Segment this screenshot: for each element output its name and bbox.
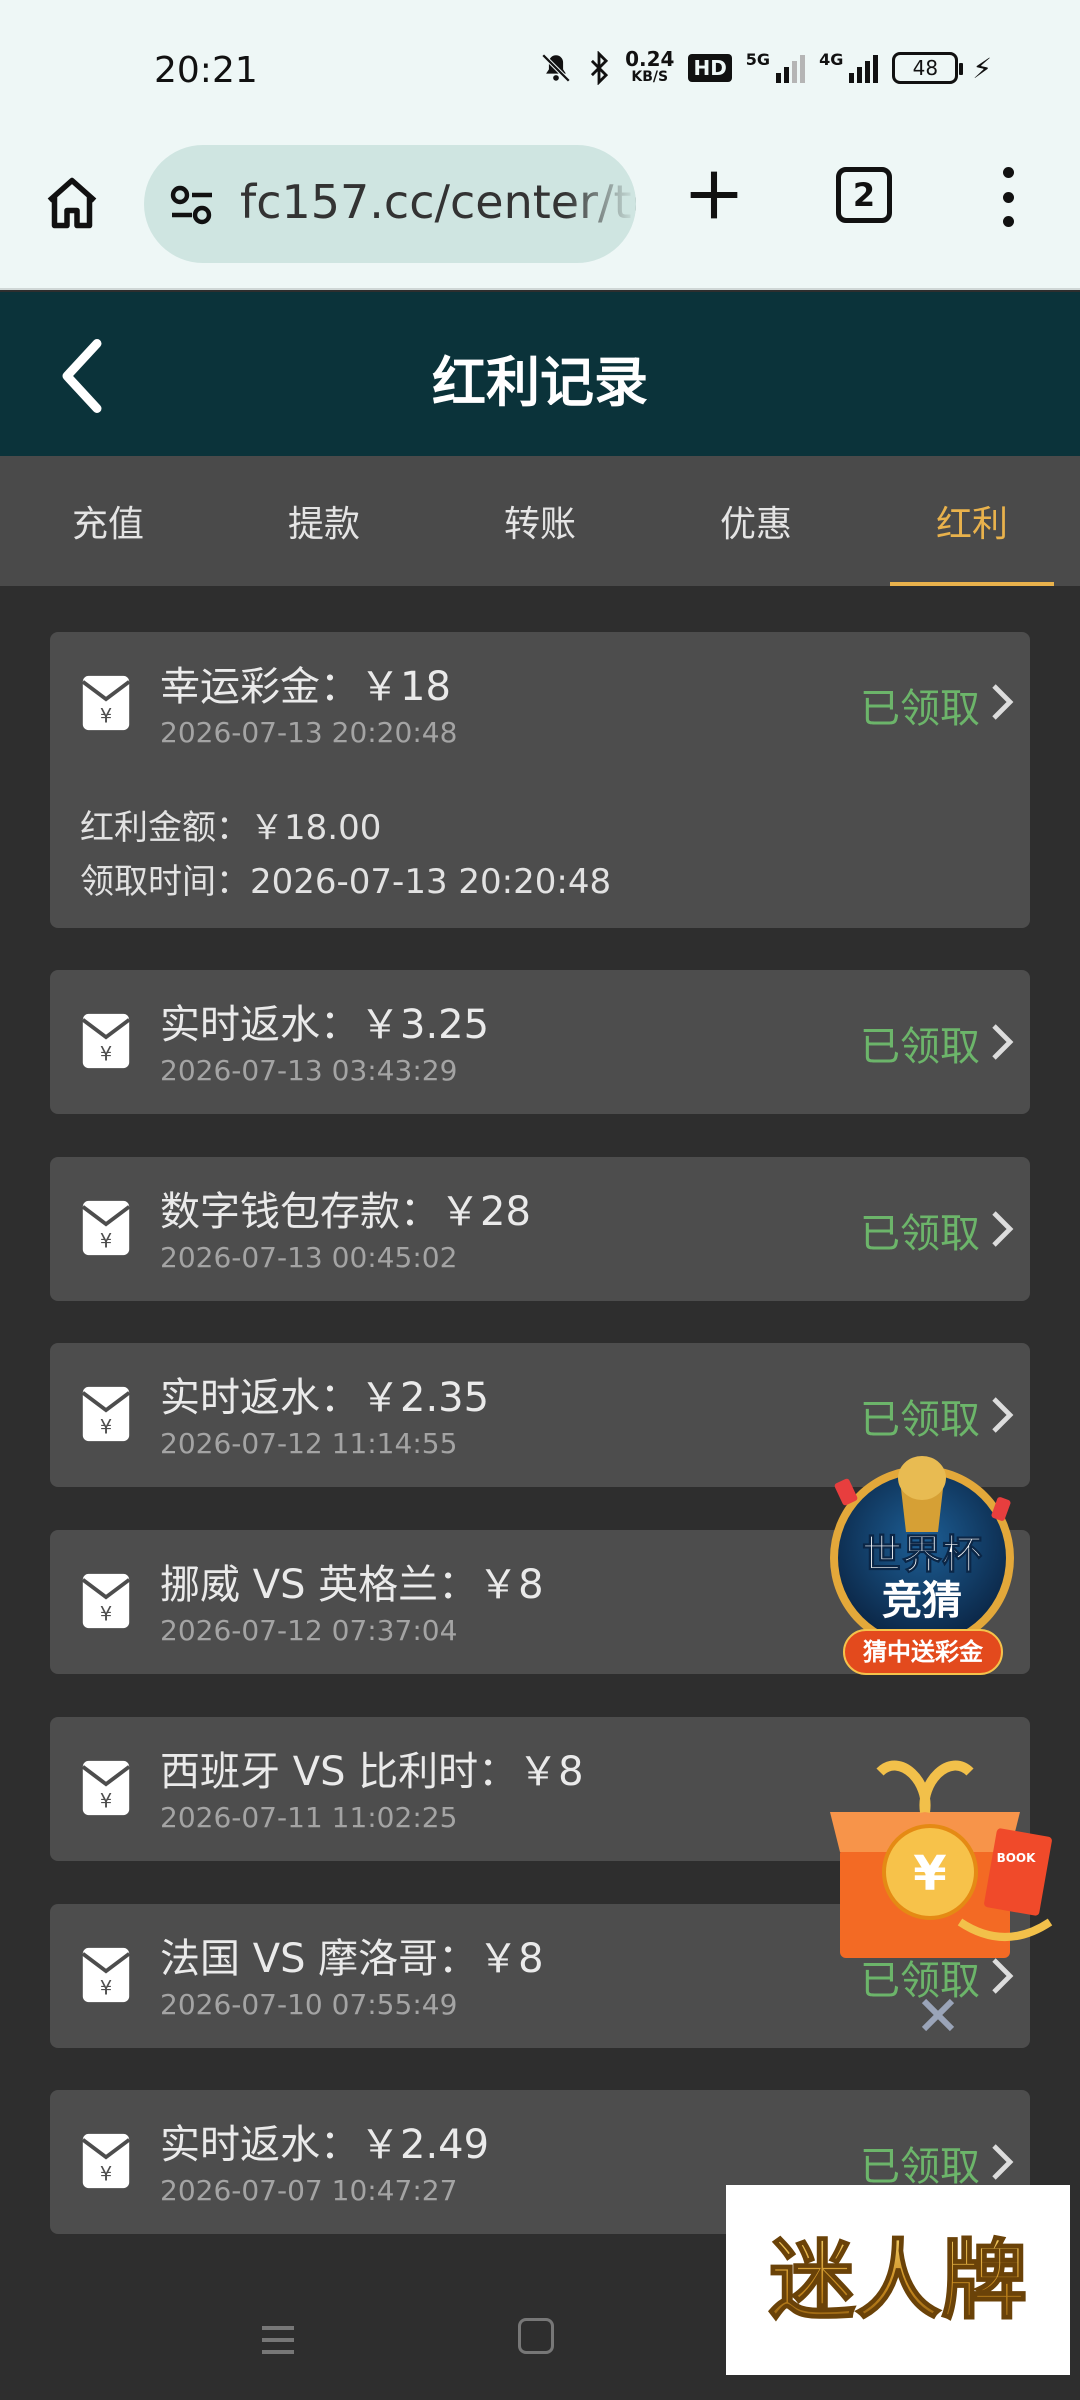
record-status: 已领取	[860, 1397, 980, 1443]
claim-time-detail: 领取时间：2026-07-13 20:20:48	[80, 862, 612, 902]
record-date: 2026-07-12 07:37:04	[160, 1614, 458, 1647]
record-title: 实时返水：￥3.25	[160, 1002, 490, 1048]
record-title: 幸运彩金：￥18	[160, 664, 451, 710]
record-date: 2026-07-11 11:02:25	[160, 1801, 458, 1834]
record-title: 数字钱包存款：￥28	[160, 1189, 531, 1235]
record-status: 已领取	[860, 686, 980, 732]
svg-text:¥: ¥	[100, 1602, 112, 1625]
chevron-right-icon	[992, 1397, 1014, 1433]
signal-4g-icon	[849, 53, 879, 83]
svg-text:¥: ¥	[913, 1846, 946, 1902]
signal-5g-icon	[776, 53, 806, 83]
tab-transfer[interactable]: 转账	[432, 456, 648, 586]
record-card[interactable]: ¥ 幸运彩金：￥18 2026-07-13 20:20:48 已领取 红利金额：…	[50, 632, 1030, 928]
red-envelope-icon: ¥	[81, 1013, 131, 1069]
red-envelope-icon: ¥	[81, 1947, 131, 2003]
tab-bonus[interactable]: 红利	[864, 456, 1080, 586]
charging-icon: ⚡	[972, 51, 992, 85]
red-envelope-icon: ¥	[81, 1760, 131, 1816]
watermark-logo: 迷人牌	[726, 2185, 1070, 2375]
promo-line-2: 竞猜	[882, 1578, 962, 1624]
chevron-right-icon	[992, 1211, 1014, 1247]
record-date: 2026-07-10 07:55:49	[160, 1988, 458, 2021]
hd-voice-badge: HD	[688, 54, 732, 82]
svg-text:¥: ¥	[100, 1789, 112, 1812]
status-time: 20:21	[154, 50, 258, 91]
status-bar: 20:21 0.24 KB/S HD 5G 4G 48 ⚡	[0, 0, 1080, 145]
promo-line-1: 世界杯	[862, 1532, 982, 1578]
red-envelope-icon: ¥	[81, 2133, 131, 2189]
red-envelope-icon: ¥	[81, 1200, 131, 1256]
new-tab-icon[interactable]	[686, 167, 742, 223]
record-card[interactable]: ¥ 数字钱包存款：￥28 2026-07-13 00:45:02 已领取	[50, 1157, 1030, 1301]
record-title: 西班牙 VS 比利时：￥8	[160, 1749, 584, 1795]
watermark-logo-art: 迷人牌	[768, 2229, 1028, 2332]
address-bar[interactable]: fc157.cc/center/tra	[144, 145, 636, 263]
record-date: 2026-07-13 20:20:48	[160, 716, 458, 749]
record-date: 2026-07-13 00:45:02	[160, 1241, 458, 1274]
close-icon[interactable]	[918, 1995, 958, 2035]
red-envelope-icon: ¥	[81, 1573, 131, 1629]
home-icon[interactable]	[42, 173, 102, 233]
tab-recharge[interactable]: 充值	[0, 456, 216, 586]
4g-label: 4G	[819, 50, 844, 69]
record-title: 实时返水：￥2.35	[160, 1375, 490, 1421]
red-envelope-icon: ¥	[81, 675, 131, 731]
record-status: 已领取	[860, 1211, 980, 1257]
recent-apps-icon[interactable]	[258, 2320, 298, 2360]
promo-book-label: BOOK	[997, 1851, 1037, 1865]
svg-text:¥: ¥	[100, 1042, 112, 1065]
svg-text:¥: ¥	[100, 2162, 112, 2185]
record-date: 2026-07-07 10:47:27	[160, 2174, 458, 2207]
record-title: 实时返水：￥2.49	[160, 2122, 490, 2168]
record-title: 法国 VS 摩洛哥：￥8	[160, 1936, 544, 1982]
svg-text:¥: ¥	[100, 1976, 112, 1999]
page-title: 红利记录	[432, 351, 648, 414]
battery-icon: 48	[892, 52, 964, 84]
svg-text:¥: ¥	[100, 1415, 112, 1438]
chevron-right-icon	[992, 2144, 1014, 2180]
bell-off-icon	[541, 53, 571, 83]
red-envelope-icon: ¥	[81, 1386, 131, 1442]
record-status: 已领取	[860, 1024, 980, 1070]
record-title: 挪威 VS 英格兰：￥8	[160, 1562, 544, 1608]
bluetooth-icon	[591, 51, 609, 85]
home-nav-icon[interactable]	[518, 2318, 554, 2354]
chevron-right-icon	[992, 1024, 1014, 1060]
bonus-amount-detail: 红利金额：￥18.00	[80, 808, 382, 848]
tab-withdraw[interactable]: 提款	[216, 456, 432, 586]
network-speed: 0.24 KB/S	[625, 47, 675, 85]
tab-promotion[interactable]: 优惠	[648, 456, 864, 586]
gift-box-promo[interactable]: ¥ BOOK	[820, 1752, 1060, 1972]
svg-text:¥: ¥	[100, 704, 112, 727]
tab-switcher-button[interactable]: 2	[836, 167, 892, 223]
svg-text:迷人牌: 迷人牌	[769, 2230, 1027, 2331]
5g-label: 5G	[745, 50, 771, 69]
browser-menu-icon[interactable]	[990, 167, 1026, 227]
record-date: 2026-07-13 03:43:29	[160, 1054, 458, 1087]
record-card[interactable]: ¥ 实时返水：￥3.25 2026-07-13 03:43:29 已领取	[50, 970, 1030, 1114]
browser-toolbar: fc157.cc/center/tra 2	[0, 145, 1080, 290]
app-header: 红利记录	[0, 292, 1080, 456]
record-type-tabs: 充值 提款 转账 优惠 红利	[0, 456, 1080, 586]
chevron-right-icon	[992, 684, 1014, 720]
record-date: 2026-07-12 11:14:55	[160, 1427, 458, 1460]
site-settings-icon[interactable]	[168, 183, 216, 227]
world-cup-promo-badge[interactable]: 世界杯 竞猜 猜中送彩金	[808, 1440, 1036, 1690]
promo-ribbon-text: 猜中送彩金	[862, 1638, 984, 1666]
svg-text:¥: ¥	[100, 1229, 112, 1252]
record-status: 已领取	[860, 2144, 980, 2190]
status-icons: 0.24 KB/S HD 5G 4G 48 ⚡	[539, 47, 992, 86]
